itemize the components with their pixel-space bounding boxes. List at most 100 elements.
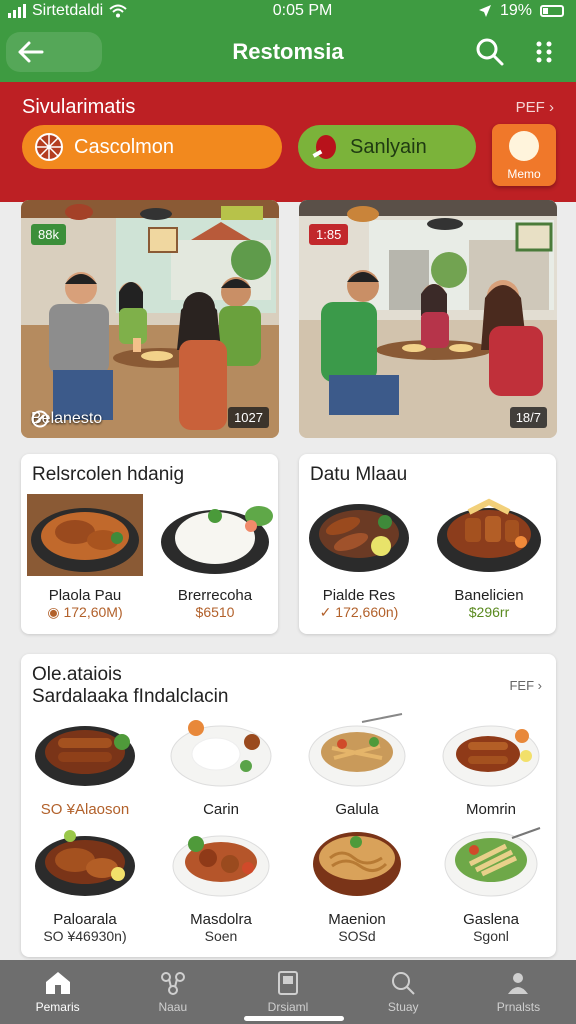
menu-item-name: Masdolra — [190, 911, 252, 928]
pork-bowl-image — [437, 498, 541, 572]
network-icon — [160, 972, 185, 995]
grilled-meat-plate-image — [442, 725, 540, 787]
food-item[interactable]: Brerrecoha $6510 — [155, 492, 275, 620]
menu-item-name: Gaslena — [463, 911, 519, 928]
scene-caption: Belanesto — [31, 410, 103, 428]
menu-item-name: Maenion — [328, 911, 386, 928]
nav-label: Pemaris — [35, 1000, 80, 1014]
search-icon — [392, 972, 415, 995]
nav-label: Stuay — [387, 1000, 419, 1014]
menu-item[interactable]: Masdolra Soen — [161, 824, 281, 944]
location-icon — [478, 5, 491, 17]
menu-item-name: Momrin — [465, 801, 516, 818]
food-price: $296rr — [468, 604, 510, 620]
menu-item-price: Sgonl — [473, 928, 509, 944]
restaurant-image-card[interactable]: 88k Belanesto 1027 — [21, 200, 279, 438]
noodle-bowl-image — [313, 832, 401, 896]
stew-bowl-image — [172, 835, 270, 897]
card-title: Relsrcolen hdanig — [32, 464, 185, 485]
food-name: Pialde Res — [322, 587, 396, 604]
food-price: ◉ 172,60M) — [47, 604, 123, 620]
menu-item[interactable]: Gaslena Sgonl — [431, 824, 551, 944]
food-item[interactable]: Pialde Res ✓ 172,660n) — [299, 492, 419, 621]
category-chip-primary[interactable]: Cascolmon — [22, 125, 282, 169]
category-chip-secondary[interactable]: Sanlyain — [298, 125, 476, 169]
search-icon[interactable] — [474, 36, 506, 68]
chevron-right-icon: › — [549, 99, 554, 116]
promo-title: Sivularimatis — [22, 96, 136, 118]
menu-item[interactable]: Momrin — [431, 712, 551, 818]
menu-item[interactable]: Carin — [161, 712, 281, 818]
compass-icon — [31, 410, 49, 428]
scene-tag: 88k — [31, 224, 66, 245]
pizza-icon — [35, 133, 63, 161]
chip-label: Cascolmon — [74, 135, 175, 158]
food-name: Banelicien — [454, 587, 524, 604]
menu-item[interactable]: Galula — [297, 712, 417, 818]
salad-bowl-image — [444, 827, 541, 897]
status-time: 0:05 PM — [272, 2, 333, 19]
noodle-plate-image — [308, 713, 406, 787]
promo-more-link[interactable]: PEF › — [516, 99, 554, 116]
nav-label: Prnalsts — [496, 1000, 541, 1014]
status-bar: Sirtetdaldi 0:05 PM 19% — [0, 0, 576, 22]
rice-bowl-image — [161, 506, 273, 574]
cake-icon — [509, 131, 539, 161]
chicken-bowl-image — [27, 494, 143, 576]
section-subtitle: Sardalaaka fIndalclacin — [32, 686, 229, 707]
roast-chicken-plate-image — [35, 830, 135, 896]
menu-item-name: SO ¥Alaoson — [40, 801, 130, 818]
menu-item[interactable]: Maenion SOSd — [297, 824, 417, 944]
menu-item[interactable]: SO ¥Alaoson — [25, 712, 145, 818]
card-title: Datu Mlaau — [310, 464, 408, 485]
menu-item-name: Carin — [203, 801, 239, 818]
food-name: Brerrecoha — [177, 587, 253, 604]
home-icon — [45, 972, 70, 994]
food-item[interactable]: Banelicien $296rr — [429, 492, 549, 620]
menu-tile-label: Memo — [507, 167, 541, 181]
rice-plate-image — [170, 720, 272, 787]
menu-item-name: Galula — [335, 801, 379, 818]
section-more-link[interactable]: FEF › — [509, 678, 542, 693]
nav-item-network[interactable]: Naau — [115, 960, 230, 1024]
food-card[interactable]: Datu Mlaau Pialde Res ✓ 172,660n) Baneli… — [299, 454, 556, 634]
menu-item-price: SOSd — [338, 928, 376, 944]
food-price: $6510 — [195, 604, 235, 620]
app-bar: Restomsia — [0, 22, 576, 82]
check-icon: ✓ — [319, 604, 336, 620]
food-card[interactable]: Relsrcolen hdanig Plaola Pau ◉ 172,60M) … — [21, 454, 278, 634]
top-bar: Sirtetdaldi 0:05 PM 19% Restomsia — [0, 0, 576, 82]
grid-menu-icon[interactable] — [528, 36, 560, 68]
menu-section-card: Ole.ataiois Sardalaaka fIndalclacin FEF … — [21, 654, 556, 957]
food-price: ✓ 172,660n) — [319, 604, 399, 620]
sausage-bowl-image — [309, 504, 409, 572]
battery-percent: 19% — [499, 2, 532, 19]
nav-label: Drsiaml — [267, 1000, 309, 1014]
restaurant-image-card[interactable]: 1:85 18/7 — [299, 200, 557, 438]
signal-icon — [8, 4, 26, 18]
scene-badge: 1027 — [228, 407, 269, 428]
menu-item[interactable]: Paloarala SO ¥46930n) — [25, 824, 145, 944]
meat-icon — [312, 135, 336, 159]
food-item[interactable]: Plaola Pau ◉ 172,60M) — [25, 492, 145, 621]
menu-tile-button[interactable]: Memo — [492, 124, 556, 186]
carrier-name: Sirtetdaldi — [32, 2, 104, 19]
section-title: Ole.ataiois — [32, 664, 122, 685]
nav-item-profile[interactable]: Prnalsts — [461, 960, 576, 1024]
person-icon — [508, 973, 529, 994]
home-indicator[interactable] — [244, 1016, 344, 1021]
menu-item-name: Paloarala — [53, 911, 117, 928]
wifi-icon — [109, 4, 127, 18]
chevron-right-icon: › — [537, 678, 542, 693]
food-name: Plaola Pau — [48, 587, 122, 604]
nav-item-search[interactable]: Stuay — [346, 960, 461, 1024]
nav-label: Naau — [158, 1000, 188, 1014]
nav-item-home[interactable]: Pemaris — [0, 960, 115, 1024]
menu-item-price: Soen — [204, 928, 238, 944]
coin-icon: ◉ — [47, 604, 64, 620]
bottom-nav: Pemaris Naau Drsiaml Stuay Prnalsts — [0, 960, 576, 1024]
battery-icon — [540, 5, 564, 17]
nav-item-tablet[interactable]: Drsiaml — [230, 960, 345, 1024]
ribs-plate-image — [35, 726, 135, 786]
tablet-icon — [278, 971, 298, 995]
